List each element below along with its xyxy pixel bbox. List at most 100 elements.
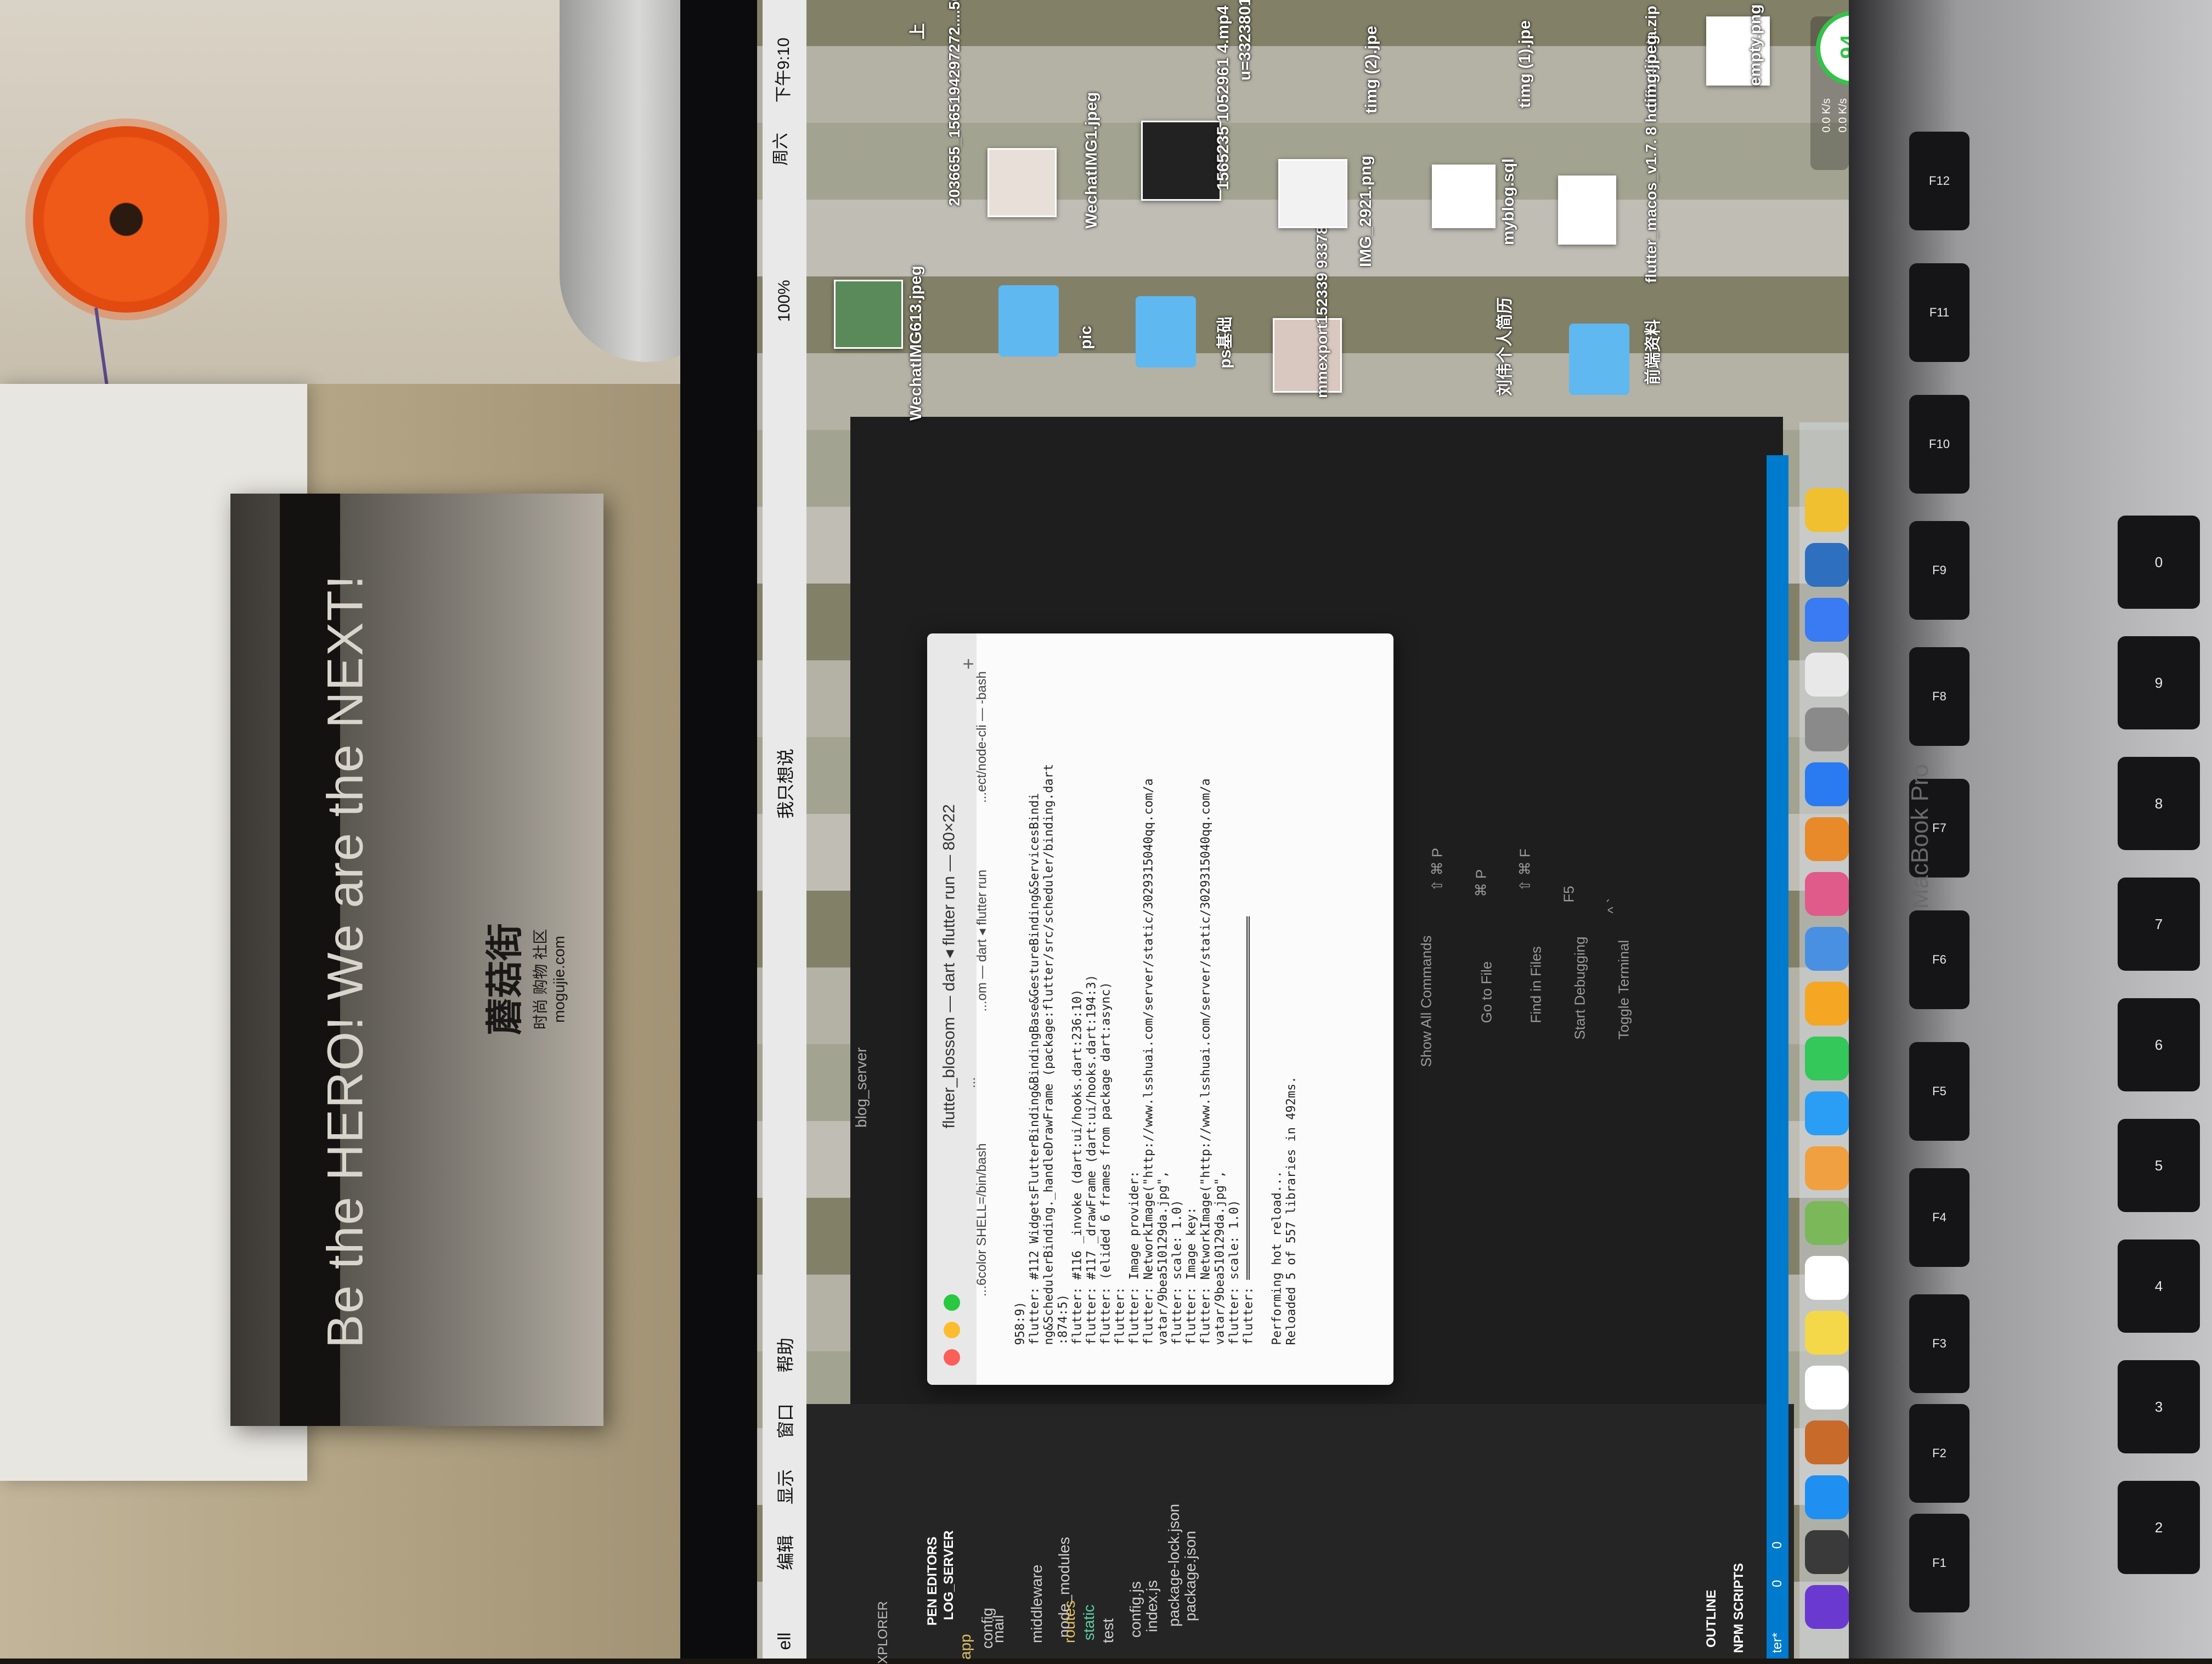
tree-file-index-js[interactable]: index.js — [1143, 1555, 1161, 1632]
vscode-icon[interactable] — [1805, 543, 1849, 587]
shortcut-go-to-file: Go to File — [1478, 961, 1495, 1023]
menu-item-help[interactable]: 帮助 — [772, 1307, 797, 1373]
zip-file-icon[interactable] — [1558, 176, 1616, 245]
folder-icon[interactable] — [1569, 324, 1629, 395]
tree-folder-static[interactable]: static — [1080, 1580, 1098, 1640]
outline-section[interactable]: OUTLINE — [1704, 1571, 1719, 1648]
file-label[interactable]: pic — [1077, 316, 1096, 349]
open-editors-section[interactable]: PEN EDITORS — [925, 1516, 940, 1626]
file-label[interactable]: 前端资料 — [1639, 308, 1663, 385]
zoom-button[interactable] — [944, 1294, 960, 1311]
menu-item-view[interactable]: 显示 — [772, 1439, 797, 1504]
file-label[interactable]: 刘伟个人简历 — [1491, 286, 1515, 396]
launchpad-icon[interactable] — [1805, 1530, 1849, 1574]
tree-file-config-js[interactable]: config.js — [1127, 1550, 1144, 1638]
file-label[interactable]: IMG_2921.png — [1357, 146, 1375, 267]
folder-icon[interactable] — [1136, 296, 1196, 367]
thumbnail-video[interactable] — [1141, 121, 1221, 201]
file-label[interactable]: u=3323801 80374...gr — [1236, 0, 1255, 81]
notes-icon[interactable] — [1805, 1311, 1849, 1355]
messages-icon[interactable] — [1805, 1091, 1849, 1135]
key-f2[interactable]: F2 — [1909, 1404, 1970, 1503]
status-warnings[interactable]: 0 — [1770, 1527, 1785, 1549]
thumbnail-mmexport[interactable] — [1273, 318, 1342, 393]
terminal-tab-3[interactable]: ...om — dart ◂ flutter run — [974, 847, 990, 1012]
reminders-icon[interactable] — [1805, 1256, 1849, 1300]
chrome-icon[interactable] — [1805, 653, 1849, 697]
close-button[interactable] — [944, 1349, 960, 1366]
key-4[interactable]: 4 — [2118, 1239, 2200, 1333]
siri-icon[interactable] — [1805, 1585, 1849, 1629]
battery-percent[interactable]: 100% — [775, 267, 794, 322]
file-label[interactable]: 上 — [904, 7, 928, 39]
terminal-line: flutter: Image provider: — [1127, 1170, 1142, 1345]
file-label[interactable]: empty.png — [1746, 0, 1765, 86]
maps-icon[interactable] — [1805, 1201, 1849, 1245]
mail-icon[interactable] — [1805, 1420, 1849, 1464]
key-0[interactable]: 0 — [2118, 516, 2200, 609]
music-icon[interactable] — [1805, 872, 1849, 916]
key-f9[interactable]: F9 — [1909, 521, 1970, 620]
file-label[interactable]: timg (1).jpe — [1516, 0, 1534, 108]
key-f1[interactable]: F1 — [1909, 1514, 1970, 1612]
tree-file-package-lock[interactable]: package-lock.json — [1165, 1473, 1183, 1627]
numbers-icon[interactable] — [1805, 927, 1849, 971]
file-label[interactable]: myblog.sql — [1499, 146, 1518, 245]
thumbnail-wechatimg1[interactable] — [988, 148, 1057, 217]
menubar-center-text[interactable]: 我只想说 — [772, 731, 797, 819]
key-8[interactable]: 8 — [2118, 757, 2200, 850]
books-icon[interactable] — [1805, 817, 1849, 861]
terminal-tab-2[interactable]: ... — [963, 1066, 979, 1088]
file-label[interactable]: WechatIMG1.jpeg — [1082, 64, 1101, 229]
file-label[interactable]: 1565235 1052961 4.mp4 — [1214, 5, 1233, 190]
file-label[interactable]: WechatIMG613.jpeg — [907, 256, 926, 421]
project-root[interactable]: LOG_SERVER — [941, 1521, 957, 1620]
key-f11[interactable]: F11 — [1909, 263, 1970, 362]
key-9[interactable]: 9 — [2118, 636, 2200, 729]
sketch-icon[interactable] — [1805, 488, 1849, 532]
tree-folder-mail[interactable]: mail — [990, 1599, 1007, 1643]
key-f12[interactable]: F12 — [1909, 132, 1970, 230]
add-tab-button[interactable]: + — [957, 648, 980, 670]
safari-icon[interactable] — [1805, 1475, 1849, 1519]
system-preferences-icon[interactable] — [1805, 708, 1849, 751]
menu-item-window[interactable]: 窗口 — [772, 1373, 797, 1439]
key-f10[interactable]: F10 — [1909, 395, 1970, 494]
tree-folder-test[interactable]: test — [1099, 1599, 1117, 1643]
menu-item-shell[interactable]: ell — [775, 1584, 795, 1650]
tree-folder-app[interactable]: app — [957, 1605, 974, 1660]
file-label[interactable]: timg (2).jpe — [1362, 4, 1381, 114]
calendar-icon[interactable] — [1805, 1366, 1849, 1410]
folder-icon[interactable] — [998, 285, 1059, 356]
tree-file-package-json[interactable]: package.json — [1182, 1512, 1199, 1621]
file-label[interactable]: 2036655_1565194297272....50B.jpeg — [946, 0, 963, 206]
app-store-icon[interactable] — [1805, 762, 1849, 806]
sql-file-icon[interactable] — [1432, 165, 1496, 228]
minimize-button[interactable] — [944, 1322, 960, 1338]
file-label[interactable]: timg.jpeg — [1642, 9, 1661, 108]
pages-icon[interactable] — [1805, 982, 1849, 1026]
tree-folder-middleware[interactable]: middleware — [1028, 1544, 1046, 1643]
menubar-clock[interactable]: 下午9:10 — [770, 31, 794, 103]
thumbnail-img2921[interactable] — [1278, 159, 1347, 228]
rocket-icon[interactable] — [1805, 598, 1849, 642]
key-f4[interactable]: F4 — [1909, 1168, 1970, 1267]
photos-icon[interactable] — [1805, 1146, 1849, 1190]
status-branch[interactable]: ter* — [1770, 1609, 1785, 1653]
npm-scripts-section[interactable]: NPM SCRIPTS — [1731, 1543, 1747, 1653]
thumbnail-wechatimg613[interactable] — [834, 280, 903, 349]
file-label[interactable]: mmexport152339 9337822.jpg — [1313, 182, 1331, 398]
terminal-tab-1[interactable]: ...6color SHELL=/bin/bash — [974, 1132, 990, 1297]
key-5[interactable]: 5 — [2118, 1119, 2200, 1212]
file-label[interactable]: ps基础 — [1211, 314, 1235, 369]
key-3[interactable]: 3 — [2118, 1360, 2200, 1453]
status-errors[interactable]: 0 — [1770, 1565, 1785, 1587]
menu-item-edit[interactable]: 编辑 — [772, 1504, 797, 1570]
key-7[interactable]: 7 — [2118, 878, 2200, 971]
key-6[interactable]: 6 — [2118, 998, 2200, 1091]
key-f5[interactable]: F5 — [1909, 1042, 1970, 1141]
key-2[interactable]: 2 — [2118, 1481, 2200, 1574]
key-f3[interactable]: F3 — [1909, 1294, 1970, 1393]
facetime-icon[interactable] — [1805, 1037, 1849, 1080]
tree-folder-routes[interactable]: routes — [1061, 1577, 1079, 1643]
